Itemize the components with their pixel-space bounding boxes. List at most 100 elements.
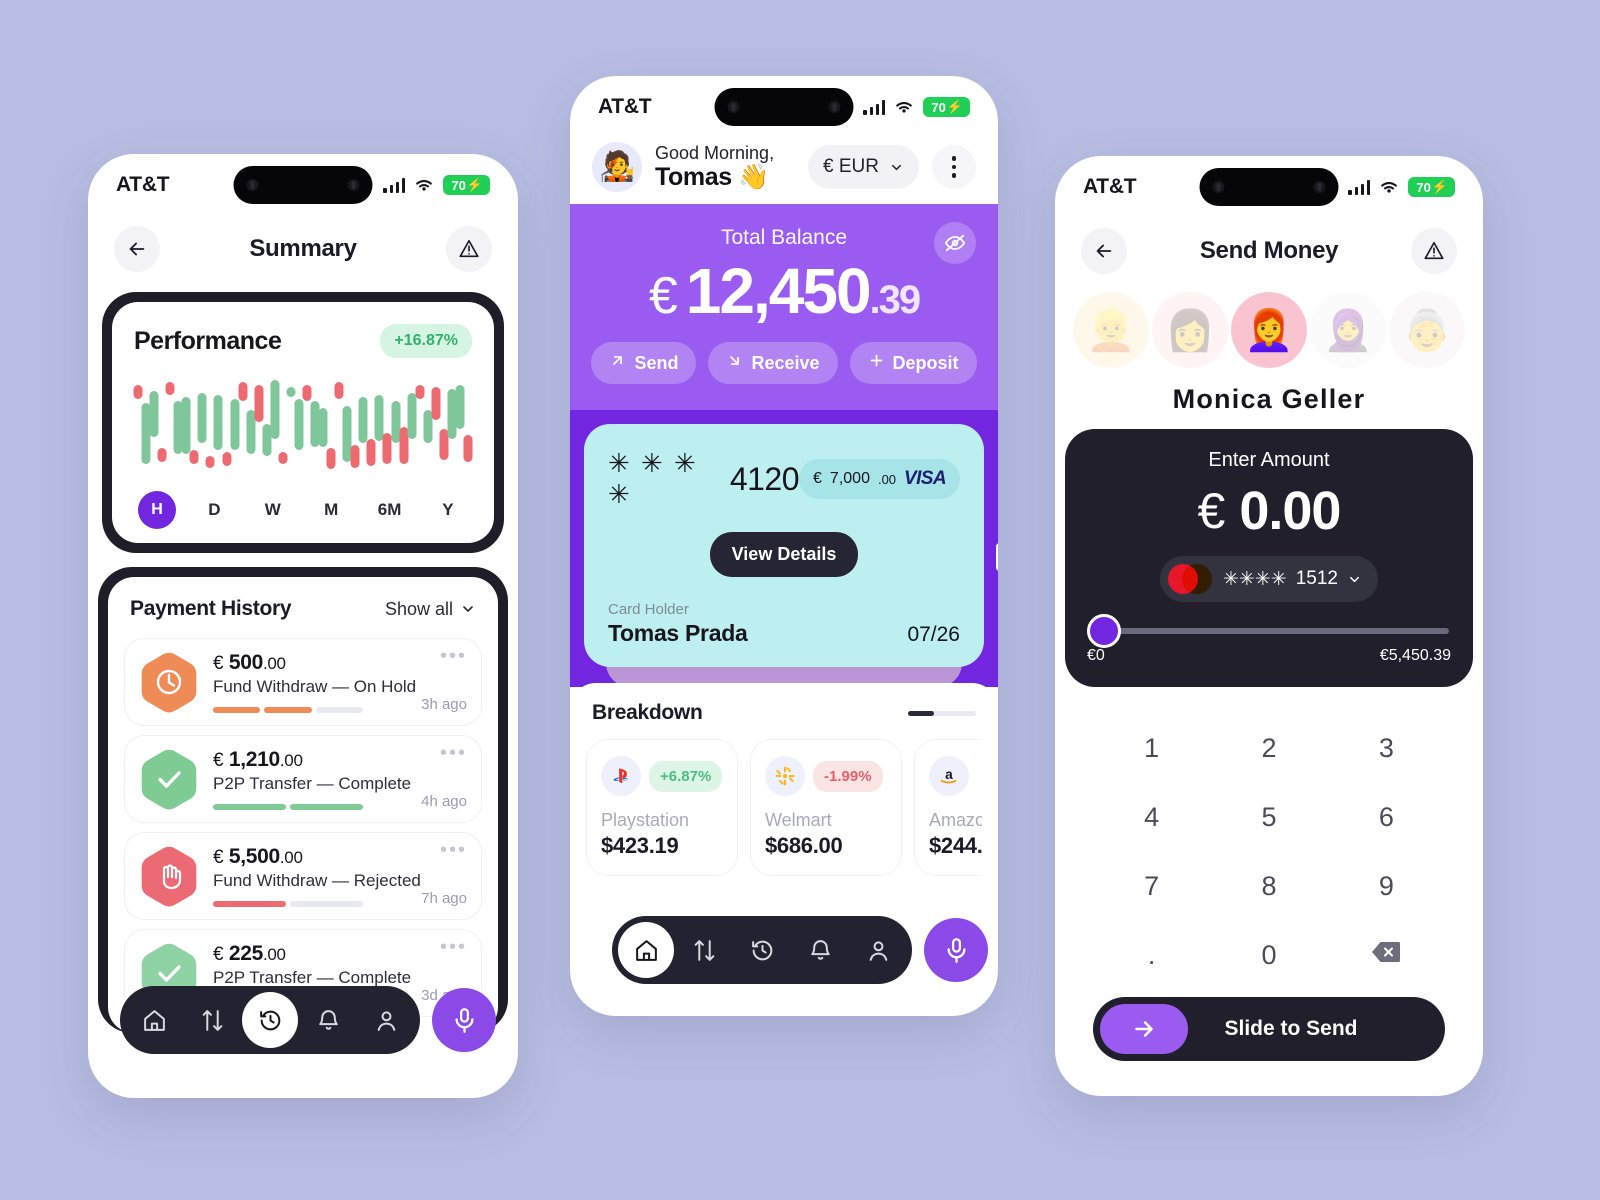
- dynamic-island: [714, 88, 854, 126]
- voice-assistant-button[interactable]: [924, 918, 988, 982]
- keypad-grid[interactable]: 123 456 789.0: [1093, 725, 1445, 979]
- card-expiry: 07/26: [907, 623, 960, 646]
- table-row[interactable]: € 500.00 Fund Withdraw — On Hold ••• 3h ago: [124, 638, 482, 726]
- performance-title: Performance: [134, 326, 282, 355]
- nav-person[interactable]: [850, 922, 906, 978]
- range-option-6m[interactable]: 6M: [370, 500, 410, 520]
- amount-display[interactable]: € 0.00: [1087, 480, 1451, 542]
- keypad-key-4[interactable]: 4: [1093, 794, 1210, 841]
- toggle-balance-visibility-button[interactable]: [934, 222, 976, 264]
- numeric-keypad: 123 456 789.0 Slide to Send: [1067, 699, 1471, 1077]
- card-limit-amount: 7,000: [829, 470, 870, 487]
- range-option-y[interactable]: Y: [428, 500, 468, 520]
- breakdown-panel: Breakdown +6.87% Playstation $423.19 -1.99%…: [570, 683, 998, 876]
- avatar[interactable]: 🧑‍🎤: [592, 142, 642, 192]
- card-last4: 1512: [1295, 568, 1338, 589]
- currency-selector[interactable]: € EUR: [808, 145, 919, 189]
- deposit-button[interactable]: Deposit: [849, 342, 977, 384]
- amount-slider[interactable]: €0 €5,450.39: [1087, 614, 1451, 665]
- more-horizontal-icon[interactable]: •••: [440, 937, 467, 957]
- bank-card[interactable]: ✳ ✳ ✳ ✳ 4120 € 7,000 .00 VISA View Detai…: [584, 424, 984, 667]
- breakdown-card[interactable]: +6.87% Playstation $423.19: [586, 739, 738, 876]
- keypad-key-6[interactable]: 6: [1328, 794, 1445, 841]
- voice-assistant-button[interactable]: [432, 988, 496, 1052]
- nav-bar[interactable]: [120, 986, 420, 1054]
- keypad-key-7[interactable]: 7: [1093, 863, 1210, 910]
- range-selector[interactable]: H D W M 6M Y: [134, 485, 472, 529]
- contact-avatar[interactable]: 👩: [1152, 292, 1228, 368]
- more-horizontal-icon[interactable]: •••: [440, 840, 467, 860]
- table-row[interactable]: € 5,500.00 Fund Withdraw — Rejected ••• 7h …: [124, 832, 482, 920]
- keypad-key-8[interactable]: 8: [1210, 863, 1327, 910]
- keypad-key-5[interactable]: 5: [1210, 794, 1327, 841]
- payment-timestamp: 4h ago: [421, 793, 467, 810]
- action-label: Deposit: [892, 352, 959, 373]
- breakdown-list[interactable]: +6.87% Playstation $423.19 -1.99% Welmart $68…: [586, 739, 982, 876]
- visa-icon: VISA: [904, 468, 947, 489]
- nav-transfer-arrows[interactable]: [676, 922, 732, 978]
- keypad-backspace[interactable]: [1328, 932, 1445, 979]
- more-horizontal-icon[interactable]: •••: [440, 743, 467, 763]
- phone-summary: AT&T 70 ⚡ Summary Performance +16.87% H …: [88, 154, 518, 1098]
- breakdown-merchant-name: Playstation: [601, 810, 690, 830]
- progress-segment: [290, 804, 363, 810]
- more-horizontal-icon[interactable]: •••: [440, 646, 467, 666]
- breakdown-scroll-indicator[interactable]: [908, 710, 976, 716]
- status-bar: AT&T 70 ⚡: [88, 154, 518, 216]
- source-card-selector[interactable]: ✳✳✳✳ 1512: [1160, 556, 1378, 602]
- contact-avatar[interactable]: 🧕: [1310, 292, 1386, 368]
- contact-avatar[interactable]: 👵: [1389, 292, 1465, 368]
- slider-knob[interactable]: [1087, 614, 1121, 648]
- send-button[interactable]: Send: [591, 342, 697, 384]
- contact-avatar-selected[interactable]: 👩‍🦰: [1231, 292, 1307, 368]
- nav-bell[interactable]: [792, 922, 848, 978]
- greeting-text: Good Morning,: [655, 142, 775, 163]
- transfer-arrows-icon: [694, 939, 714, 961]
- range-option-w[interactable]: W: [253, 500, 293, 520]
- breakdown-card[interactable]: -1.99% Welmart $686.00: [750, 739, 902, 876]
- amazon-icon: a: [929, 756, 969, 796]
- bottom-nav-phone2: [612, 916, 988, 984]
- nav-transfer-arrows[interactable]: [184, 992, 240, 1048]
- alert-button[interactable]: [445, 226, 492, 272]
- nav-home[interactable]: [618, 922, 674, 978]
- back-button[interactable]: [1081, 228, 1127, 274]
- nav-history-clock[interactable]: [242, 992, 298, 1048]
- nav-person[interactable]: [358, 992, 414, 1048]
- view-details-button[interactable]: View Details: [709, 532, 859, 577]
- card-footer: Card Holder Tomas Prada 07/26: [608, 601, 960, 647]
- range-option-h[interactable]: H: [138, 491, 176, 529]
- candle-bar: [431, 374, 441, 479]
- alert-button[interactable]: [1410, 228, 1457, 274]
- nav-bar[interactable]: [612, 916, 912, 984]
- cellular-bars-icon: [863, 99, 886, 115]
- contacts-row[interactable]: 👱 👩 👩‍🦰 🧕 👵: [1055, 278, 1483, 368]
- breakdown-header: Breakdown: [586, 701, 982, 725]
- table-row[interactable]: € 1,210.00 P2P Transfer — Complete ••• 4h a…: [124, 735, 482, 823]
- candle-bar: [463, 374, 473, 479]
- nav-bell[interactable]: [300, 992, 356, 1048]
- nav-history-clock[interactable]: [734, 922, 790, 978]
- progress-segment: [213, 901, 286, 907]
- back-button[interactable]: [114, 226, 160, 272]
- battery-badge: 70 ⚡: [1408, 177, 1455, 197]
- show-all-button[interactable]: Show all: [385, 599, 476, 620]
- keypad-key-decimal[interactable]: .: [1093, 932, 1210, 979]
- keypad-key-9[interactable]: 9: [1328, 863, 1445, 910]
- more-vertical-icon[interactable]: [932, 145, 976, 189]
- payment-history-title: Payment History: [130, 597, 292, 620]
- contact-avatar[interactable]: 👱: [1073, 292, 1149, 368]
- card-last4: 4120: [729, 460, 800, 497]
- arrow-left-icon: [1096, 244, 1112, 258]
- nav-home[interactable]: [126, 992, 182, 1048]
- range-option-m[interactable]: M: [311, 500, 351, 520]
- keypad-key-2[interactable]: 2: [1210, 725, 1327, 772]
- slide-to-send-button[interactable]: Slide to Send: [1093, 997, 1445, 1061]
- keypad-key-0[interactable]: 0: [1210, 932, 1327, 979]
- total-balance-panel: Total Balance € 12,450 .39 Send Receive De…: [570, 204, 998, 410]
- keypad-key-1[interactable]: 1: [1093, 725, 1210, 772]
- keypad-key-3[interactable]: 3: [1328, 725, 1445, 772]
- range-option-d[interactable]: D: [194, 500, 234, 520]
- breakdown-card[interactable]: a Amazon $244.00: [914, 739, 982, 876]
- receive-button[interactable]: Receive: [708, 342, 838, 384]
